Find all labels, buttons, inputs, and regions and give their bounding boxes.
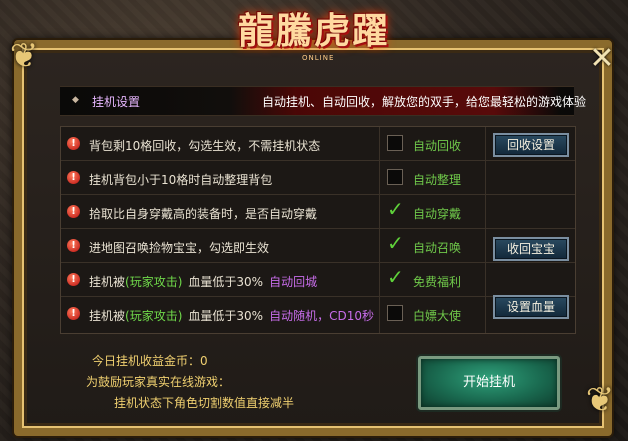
encourage-text: 为鼓励玩家真实在线游戏： — [86, 375, 231, 389]
option-checkbox[interactable] — [387, 169, 403, 185]
settings-title: 挂机设置 — [92, 95, 141, 109]
exclamation-icon: ! — [67, 239, 80, 252]
exclamation-icon: ! — [67, 307, 80, 320]
row-description: 进地图召唤捡物宝宝，勾选即生效 — [89, 239, 269, 256]
option-checkbox[interactable] — [387, 305, 403, 321]
start-auto-button[interactable]: 开始挂机 — [418, 356, 560, 410]
description-segment: 进地图召唤捡物宝宝，勾选即生效 — [89, 241, 270, 255]
exclamation-icon: ! — [67, 205, 80, 218]
description-segment: 背包剩10格回收，勾选生效，不需挂机状态 — [89, 139, 321, 153]
header-slogan: 自动挂机、自动回收，解放您的双手，给您最轻松的游戏体验 — [262, 95, 587, 109]
income-value: 0 — [200, 354, 208, 368]
set-hp-button[interactable]: 设置血量 — [493, 295, 569, 319]
row-description: 挂机背包小于10格时自动整理背包 — [89, 171, 272, 188]
ornament-left-icon: ❦ — [9, 36, 39, 76]
option-label: 白嫖大使 — [413, 309, 462, 323]
description-segment: 血量低于30% — [188, 275, 264, 289]
logo-subtitle: ONLINE — [302, 54, 335, 62]
exclamation-icon: ! — [67, 137, 80, 150]
check-icon[interactable]: ✓ — [387, 233, 407, 253]
check-icon[interactable]: ✓ — [387, 199, 407, 219]
income-line: 今日挂机收益金币：0 — [92, 352, 208, 369]
check-icon[interactable]: ✓ — [387, 267, 407, 287]
recycle-settings-button[interactable]: 回收设置 — [493, 133, 569, 157]
settings-row: ! 拾取比自身穿戴高的装备时，是否自动穿戴 ✓ 自动穿戴 — [61, 195, 575, 229]
option-checkbox[interactable] — [387, 135, 403, 151]
description-segment: 挂机被 — [89, 309, 126, 323]
row-description: 背包剩10格回收，勾选生效，不需挂机状态 — [89, 137, 320, 154]
description-segment: 自动回城 — [269, 275, 318, 289]
row-description: 挂机被(玩家攻击) 血量低于30% 自动随机，CD10秒 — [89, 307, 374, 324]
option-label: 自动回收 — [413, 139, 462, 153]
option-label: 免费福利 — [413, 275, 462, 289]
option-label: 自动召唤 — [413, 241, 462, 255]
row-description: 拾取比自身穿戴高的装备时，是否自动穿戴 — [89, 205, 317, 222]
description-segment: 拾取比自身穿戴高的装备时，是否自动穿戴 — [89, 207, 318, 221]
option-label: 自动穿戴 — [413, 207, 462, 221]
income-label: 今日挂机收益金币： — [92, 354, 201, 368]
close-icon[interactable]: ✕ — [586, 44, 618, 76]
settings-table: ! 背包剩10格回收，勾选生效，不需挂机状态 自动回收! 挂机背包小于10格时自动整理… — [60, 126, 576, 334]
description-segment: 挂机被 — [89, 275, 126, 289]
description-segment: 挂机背包小于10格时自动整理背包 — [89, 173, 273, 187]
diamond-icon: ◆ — [72, 95, 79, 105]
halved-notice: 挂机状态下角色切割数值直接减半 — [114, 396, 295, 410]
description-segment: (玩家攻击) — [125, 275, 183, 289]
recall-pet-button[interactable]: 收回宝宝 — [493, 237, 569, 261]
settings-row: ! 挂机背包小于10格时自动整理背包 自动整理 — [61, 161, 575, 195]
ornament-bottom-right-icon: ❦ — [585, 380, 615, 420]
exclamation-icon: ! — [67, 171, 80, 184]
option-label: 自动整理 — [413, 173, 462, 187]
description-segment: 自动随机，CD10秒 — [269, 309, 374, 323]
settings-header: ◆ 挂机设置 自动挂机、自动回收，解放您的双手，给您最轻松的游戏体验 — [60, 86, 586, 116]
settings-row: ! 挂机被(玩家攻击) 血量低于30% 自动回城 ✓ 免费福利 — [61, 263, 575, 297]
exclamation-icon: ! — [67, 273, 80, 286]
row-description: 挂机被(玩家攻击) 血量低于30% 自动回城 — [89, 273, 317, 290]
description-segment: 血量低于30% — [188, 309, 264, 323]
description-segment: (玩家攻击) — [125, 309, 183, 323]
